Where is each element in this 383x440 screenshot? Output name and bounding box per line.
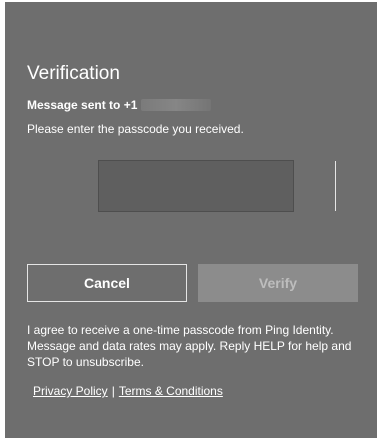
legal-links: Privacy Policy | Terms & Conditions <box>33 384 223 398</box>
page: Verification Message sent to +1 Please e… <box>0 0 383 440</box>
passcode-input-right[interactable] <box>336 161 383 211</box>
message-sent-text: Message sent to +1 <box>27 98 138 112</box>
verification-dialog: Verification Message sent to +1 Please e… <box>5 2 383 438</box>
dialog-title: Verification <box>27 63 120 84</box>
link-separator: | <box>111 384 115 398</box>
passcode-input-left[interactable] <box>99 161 336 211</box>
passcode-prompt: Please enter the passcode you received. <box>27 122 244 136</box>
passcode-input-box[interactable] <box>98 160 383 212</box>
consent-text: I agree to receive a one-time passcode f… <box>27 323 352 369</box>
terms-conditions-link[interactable]: Terms & Conditions <box>119 384 223 398</box>
message-sent-line: Message sent to +1 <box>27 98 212 112</box>
redacted-phone-number <box>141 99 212 111</box>
privacy-policy-link[interactable]: Privacy Policy <box>33 384 108 398</box>
cancel-button[interactable]: Cancel <box>27 264 187 302</box>
verify-button[interactable]: Verify <box>198 264 358 302</box>
